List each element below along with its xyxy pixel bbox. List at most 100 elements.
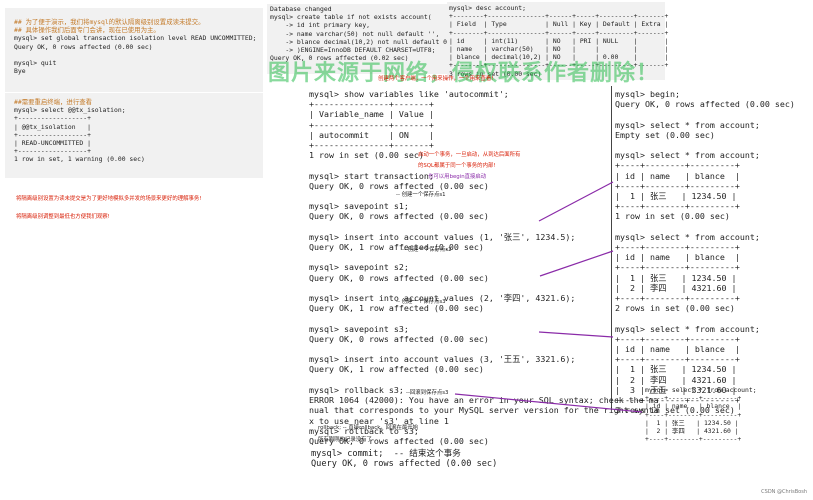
left-block1-line: ## 为了便于演示，我们将mysql的默认隔离级别设置成读未提交。 bbox=[14, 18, 205, 26]
main-session-line: +---------------+-------+ bbox=[309, 99, 434, 110]
commit-output: mysql> commit; -- 结束这个事务 Query OK, 0 rows… bbox=[311, 449, 497, 470]
main-session-line bbox=[309, 191, 659, 201]
final-select-line: +----+--------+---------+ bbox=[645, 394, 742, 403]
left-block2-line: | READ-UNCOMMITTED | bbox=[14, 139, 91, 148]
main-session-line bbox=[309, 313, 659, 323]
right-session-line: +----+--------+---------+ bbox=[615, 262, 740, 273]
main-session-line bbox=[309, 283, 659, 293]
main-session-line: ERROR 1064 (42000): You have an error in… bbox=[309, 395, 659, 406]
right-session-line: | 2 | 李四 | 4321.60 | bbox=[615, 374, 737, 385]
main-session-line: mysql> show variables like 'autocommit'; bbox=[309, 89, 509, 99]
right-session-line: mysql> select * from account; bbox=[615, 150, 760, 161]
final-select-line: +----+--------+---------+ bbox=[645, 410, 742, 419]
right-session-line: | id | name | blance | bbox=[615, 170, 740, 181]
final-select-line: | id | name | blance | bbox=[645, 402, 742, 411]
note-two-clients: 创建两个客户端，一个用来操作，一个用来查看! bbox=[378, 76, 494, 82]
right-session-line bbox=[615, 313, 795, 323]
right-session-line: | 2 | 李四 | 4321.60 | bbox=[615, 282, 737, 293]
left-terminal-block-1: ## 为了便于演示，我们将mysql的默认隔离级别设置成读未提交。 ## 具体操作… bbox=[14, 18, 256, 75]
main-session-line: mysql> insert into account values (3, '王… bbox=[309, 354, 576, 365]
right-session-line: | 1 | 张三 | 1234.50 | bbox=[615, 364, 737, 375]
note-savepoint-s1: -- 创建一个保存点s1 bbox=[396, 192, 446, 198]
note-savepoint-s3: -- 创建一个保存点s3 bbox=[396, 299, 446, 305]
create-table-line: -> id int primary key, bbox=[270, 21, 371, 30]
create-table-line: Database changed bbox=[270, 5, 332, 13]
right-session-line bbox=[615, 222, 795, 232]
right-session-line: +----+--------+---------+ bbox=[615, 180, 740, 191]
main-session-line bbox=[309, 222, 659, 232]
right-session-line: | id | name | blance | bbox=[615, 252, 740, 263]
right-session-line: +----+--------+---------+ bbox=[615, 201, 740, 212]
right-session-line: +----+--------+---------+ bbox=[615, 242, 740, 253]
note-transaction-start: 启动一个事务，一旦启动，从到达后面所有 bbox=[418, 152, 521, 158]
note-transaction-start-2: 的SQL都属于同一个事务的内部! bbox=[418, 163, 496, 169]
left-block2-line: ##需要重启终端，进行查看 bbox=[14, 98, 92, 106]
desc-table-line: +--------+---------------+------+-----+-… bbox=[449, 28, 669, 37]
desc-table-line: | id | int(11) | NO | PRI | NULL | | bbox=[449, 36, 669, 45]
main-session-line: +---------------+-------+ bbox=[309, 119, 434, 130]
final-select-line: | 1 | 张三 | 1234.50 | bbox=[645, 418, 739, 427]
create-table-line: -> blance decimal(10,2) not null default… bbox=[270, 37, 455, 46]
commit-line: Query OK, 0 rows affected (0.00 sec) bbox=[311, 459, 498, 470]
main-session-line: Query OK, 0 rows affected (0.00 sec) bbox=[309, 180, 489, 191]
right-session-line: mysql> select * from account; bbox=[615, 323, 760, 334]
main-session-line: Query OK, 1 row affected (0.00 sec) bbox=[309, 242, 484, 253]
main-session-line: mysql> rollback s3; bbox=[309, 384, 404, 395]
note-records-gone: 所有刚刚的记录没有了 bbox=[318, 437, 372, 443]
right-session-line: | 1 | 张三 | 1234.50 | bbox=[615, 272, 737, 283]
main-terminal-output: mysql> show variables like 'autocommit';… bbox=[309, 89, 659, 446]
main-session-line: +---------------+-------+ bbox=[309, 140, 434, 151]
right-session-line: | id | name | blance | bbox=[615, 344, 740, 355]
main-session-line: mysql> insert into account values (2, '李… bbox=[309, 293, 576, 304]
main-session-line: Query OK, 0 rows affected (0.00 sec) bbox=[309, 333, 489, 344]
desc-table-line: | Field | Type | Null | Key | Default | … bbox=[449, 20, 669, 29]
right-session-line: mysql> begin; bbox=[615, 89, 680, 99]
desc-table-line: mysql> desc account; bbox=[449, 4, 526, 12]
final-select-line: | 2 | 李四 | 4321.60 | bbox=[645, 427, 739, 436]
right-session-line: mysql> select * from account; bbox=[615, 119, 760, 130]
right-session-line: +----+--------+---------+ bbox=[615, 354, 740, 365]
main-session-line: Query OK, 0 rows affected (0.00 sec) bbox=[309, 272, 489, 283]
main-session-line: mysql> savepoint s3; bbox=[309, 323, 409, 334]
main-session-line: Query OK, 1 row affected (0.00 sec) bbox=[309, 364, 484, 375]
main-session-line bbox=[309, 252, 659, 262]
right-session-line: Query OK, 0 rows affected (0.00 sec) bbox=[615, 99, 795, 110]
left-block1-line bbox=[14, 51, 256, 59]
create-table-output: Database changed mysql> create table if n… bbox=[270, 5, 455, 62]
left-block1-line: Query OK, 0 rows affected (0.00 sec) bbox=[14, 42, 153, 51]
note-rollback-direct: rollback; -- 直接rollback，回滚在最开始 bbox=[318, 425, 419, 431]
note-savepoint-s2: -- 创建一个保存点s2 bbox=[402, 247, 452, 253]
commit-line: mysql> commit; -- 结束这个事务 bbox=[311, 449, 461, 459]
left-block2-line: +------------------+ bbox=[14, 114, 91, 123]
main-session-line: mysql> savepoint s1; bbox=[309, 201, 409, 212]
right-session-line: | 1 | 张三 | 1234.50 | bbox=[615, 191, 737, 202]
main-session-line bbox=[309, 375, 659, 385]
right-session-line bbox=[615, 140, 795, 150]
create-table-line: -> name varchar(50) not null default '', bbox=[270, 29, 440, 38]
final-select-line: +----+--------+---------+ bbox=[645, 435, 742, 444]
left-block1-line: Bye bbox=[14, 67, 26, 76]
right-session-line bbox=[615, 109, 795, 119]
desc-table-line: +--------+---------------+------+-----+-… bbox=[449, 12, 669, 21]
note-rollback-to-s3: --回滚到保存点s3 bbox=[406, 390, 449, 396]
main-session-line: Query OK, 0 rows affected (0.00 sec) bbox=[309, 211, 489, 222]
main-session-line: Query OK, 1 row affected (0.00 sec) bbox=[309, 303, 484, 314]
left-block2-line: +------------------+ bbox=[14, 130, 91, 139]
note-isolation-lowest: 将隔离级别调整到最低也方便我们观察! bbox=[16, 214, 110, 220]
main-session-line: mysql> insert into account values (1, '张… bbox=[309, 231, 576, 242]
left-block2-line: +------------------+ bbox=[14, 147, 91, 156]
desc-table-line: | name | varchar(50) | NO | | | | bbox=[449, 45, 669, 54]
right-session-line: 1 row in set (0.00 sec) bbox=[615, 211, 730, 222]
left-block2-line: | @@tx_isolation | bbox=[14, 122, 91, 131]
right-session-line: +----+--------+---------+ bbox=[615, 160, 740, 171]
left-block1-line: mysql> quit bbox=[14, 59, 57, 68]
create-table-line: -> )ENGINE=InnoDB DEFAULT CHARSET=UTF8; bbox=[270, 46, 436, 55]
right-terminal-output: mysql> begin; Query OK, 0 rows affected (… bbox=[615, 89, 795, 416]
left-block2-line: mysql> select @@tx_isolation; bbox=[14, 106, 126, 115]
main-session-line: nual that corresponds to your MySQL serv… bbox=[309, 405, 659, 416]
left-block1-line: ## 具体操作我们后面专门会讲，现在已使用为主。 bbox=[14, 26, 160, 35]
main-session-line: mysql> savepoint s2; bbox=[309, 262, 409, 273]
note-begin: 也可以用begin直接启动 bbox=[428, 174, 487, 180]
left-terminal-block-2: ##需要重启终端，进行查看 mysql> select @@tx_isolatio… bbox=[14, 98, 145, 164]
final-select-line: mysql> select * from account; bbox=[645, 386, 757, 394]
